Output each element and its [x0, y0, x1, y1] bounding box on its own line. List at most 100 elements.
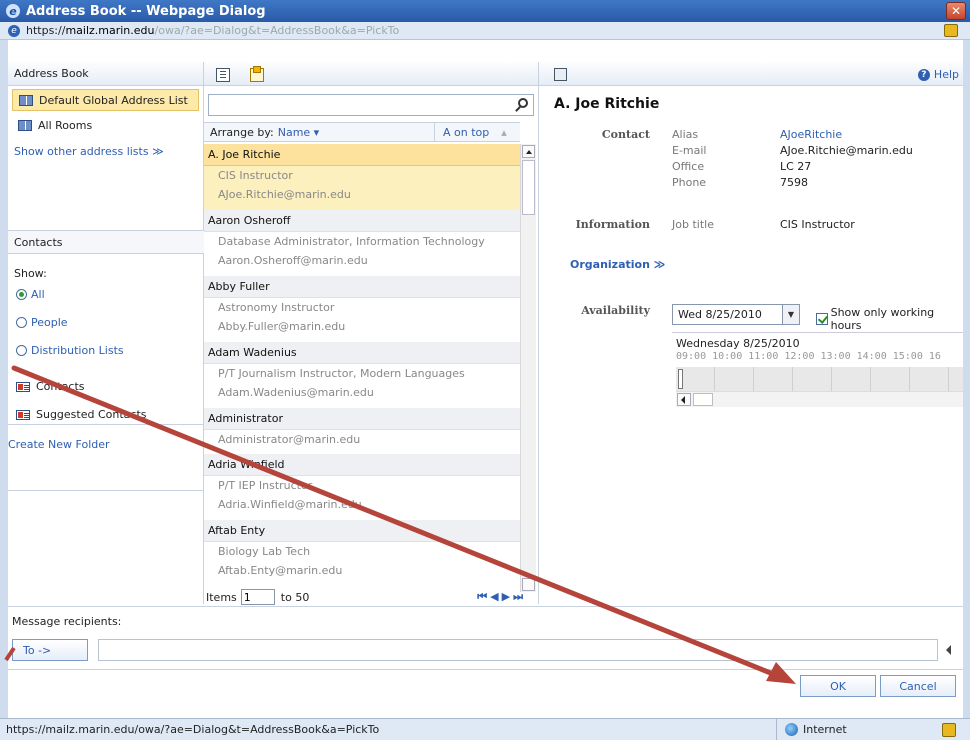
alias-value[interactable]: AJoeRitchie	[780, 128, 842, 141]
create-new-folder-link[interactable]: Create New Folder	[8, 438, 110, 451]
list-item[interactable]: Aaron Osheroff Database Administrator, I…	[204, 210, 520, 276]
sort-label: A on top	[443, 125, 490, 139]
frame-left	[0, 40, 8, 718]
checkbox-checked-icon	[816, 313, 828, 325]
entry-name: Aftab Enty	[204, 520, 520, 542]
folder-contacts[interactable]: Contacts	[16, 380, 85, 393]
availability-date-select[interactable]: Wed 8/25/2010 ▼	[672, 304, 800, 325]
arrange-bar: Arrange by: Name ▾ A on top ▴	[204, 122, 520, 142]
scroll-up-icon[interactable]	[522, 145, 535, 158]
to-button[interactable]: To ->	[12, 639, 88, 661]
address-list-pane: Arrange by: Name ▾ A on top ▴ A. Joe Rit…	[204, 62, 539, 605]
scroll-left-icon[interactable]	[946, 645, 951, 655]
pager-label: Items	[206, 590, 237, 604]
working-hours-label: Show only working hours	[830, 306, 935, 332]
cancel-button[interactable]: Cancel	[880, 675, 956, 697]
list-item[interactable]: Abby Fuller Astronomy Instructor Abby.Fu…	[204, 276, 520, 342]
entry-name: Administrator	[204, 408, 520, 430]
new-contact-icon[interactable]	[250, 66, 264, 82]
office-label: Office	[672, 160, 705, 173]
recipients-area: Message recipients: To -> OK Cancel	[8, 606, 963, 702]
page-icon: e	[8, 24, 20, 37]
filter-people[interactable]: People	[16, 316, 68, 329]
entry-name: Adam Wadenius	[204, 342, 520, 364]
list-item[interactable]: Administrator Administrator@marin.edu	[204, 408, 520, 454]
list-scrollbar[interactable]	[520, 144, 536, 592]
ie-icon: e	[6, 4, 20, 18]
email-label: E-mail	[672, 144, 707, 157]
phone-label: Phone	[672, 176, 707, 189]
filter-distribution-lists[interactable]: Distribution Lists	[16, 344, 124, 357]
lock-icon[interactable]	[944, 24, 958, 37]
close-button[interactable]: ✕	[946, 2, 966, 20]
pager-nav-icons[interactable]: ⏮◀▶⏭	[477, 590, 526, 604]
to-recipients-input[interactable]	[98, 639, 938, 661]
entry-title: P/T Journalism Instructor, Modern Langua…	[218, 367, 465, 380]
entry-title: Biology Lab Tech	[218, 545, 311, 558]
folder-label: Contacts	[36, 380, 85, 393]
filter-label: All	[31, 288, 45, 301]
help-icon: ?	[917, 68, 930, 81]
title-bar: e Address Book -- Webpage Dialog ✕	[0, 0, 970, 22]
information-section-label: Information	[575, 218, 650, 231]
entry-name: Aaron Osheroff	[204, 210, 520, 232]
list-item[interactable]: Adria Winfield P/T IEP Instructor Adria.…	[204, 454, 520, 520]
folder-suggested-contacts[interactable]: Suggested Contacts	[16, 408, 147, 421]
sort-order-button[interactable]: A on top ▴	[434, 123, 520, 141]
pager: Items to 50 ⏮◀▶⏭	[204, 589, 536, 605]
organization-toggle[interactable]: Organization ≫	[570, 258, 665, 271]
contact-section-label: Contact	[601, 128, 650, 141]
list-item[interactable]: Aftab Enty Biology Lab Tech Aftab.Enty@m…	[204, 520, 520, 586]
divider	[8, 490, 204, 491]
divider	[8, 669, 963, 670]
help-link[interactable]: ? Help	[917, 68, 959, 81]
lock-icon[interactable]	[942, 723, 956, 737]
show-other-lists-link[interactable]: Show other address lists ≫	[8, 139, 203, 164]
entry-email: Adam.Wadenius@marin.edu	[218, 386, 374, 399]
search-icon[interactable]	[518, 98, 528, 108]
list-label: Default Global Address List	[39, 93, 188, 107]
address-book-pane: Address Book Default Global Address List…	[8, 62, 204, 604]
office-value: LC 27	[780, 160, 812, 173]
radio-selected-icon	[16, 289, 27, 300]
scroll-thumb[interactable]	[522, 160, 535, 215]
availability-section-label: Availability	[581, 304, 650, 317]
frame-right	[963, 40, 970, 718]
entry-title: Database Administrator, Information Tech…	[218, 235, 485, 248]
radio-icon	[16, 345, 27, 356]
search-input[interactable]	[208, 94, 534, 116]
entry-email: Administrator@marin.edu	[218, 433, 361, 446]
arrange-by-dropdown[interactable]: Name ▾	[278, 126, 319, 139]
page-start-input[interactable]	[240, 589, 275, 605]
job-title-label: Job title	[672, 218, 714, 231]
show-label: Show:	[14, 267, 47, 280]
chevron-down-icon[interactable]: ▼	[782, 305, 799, 324]
entry-name: A. Joe Ritchie	[204, 144, 520, 166]
radio-icon	[16, 317, 27, 328]
entry-email: Aftab.Enty@marin.edu	[218, 564, 343, 577]
recipients-label: Message recipients:	[12, 615, 122, 628]
divider	[8, 424, 204, 425]
filter-label: Distribution Lists	[31, 344, 124, 357]
details-view-icon[interactable]	[216, 68, 230, 82]
schedule-grid[interactable]	[676, 367, 963, 391]
email-value: AJoe.Ritchie@marin.edu	[780, 144, 913, 157]
list-item[interactable]: A. Joe Ritchie CIS Instructor AJoe.Ritch…	[204, 144, 520, 210]
schedule-hours: 09:00 10:00 11:00 12:00 13:00 14:00 15:0…	[676, 351, 941, 362]
list-item[interactable]: Adam Wadenius P/T Journalism Instructor,…	[204, 342, 520, 408]
address-book-icon	[18, 119, 32, 131]
print-icon[interactable]	[554, 68, 567, 81]
schedule-scrollbar[interactable]	[676, 391, 963, 407]
list-default-global[interactable]: Default Global Address List	[12, 89, 199, 111]
filter-all[interactable]: All	[16, 288, 45, 301]
list-label: All Rooms	[38, 118, 93, 132]
working-hours-checkbox[interactable]: Show only working hours	[816, 306, 963, 332]
entry-email: Aaron.Osheroff@marin.edu	[218, 254, 368, 267]
ok-button[interactable]: OK	[800, 675, 876, 697]
sort-arrow-icon: ▴	[501, 125, 507, 139]
list-all-rooms[interactable]: All Rooms	[12, 114, 199, 136]
scroll-left-icon[interactable]	[677, 393, 691, 406]
scroll-thumb[interactable]	[693, 393, 713, 406]
globe-icon	[785, 723, 798, 736]
contact-name: A. Joe Ritchie	[554, 96, 660, 112]
